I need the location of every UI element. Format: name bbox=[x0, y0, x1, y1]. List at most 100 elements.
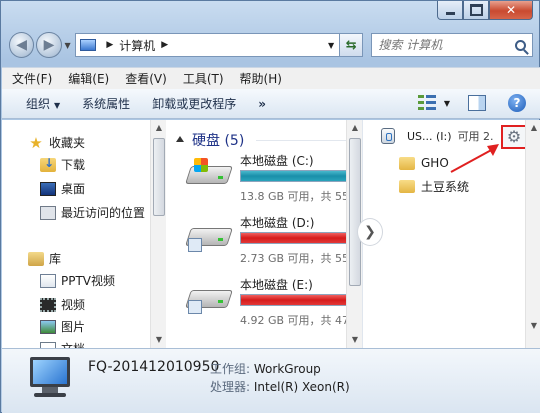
content-area: ★ 收藏夹 下载 桌面 最近访问的位置 库 PPTV视频 bbox=[2, 120, 540, 356]
command-bar: 组织 ▼ 系统属性 卸载或更改程序 » ▼ ? bbox=[2, 89, 540, 119]
usb-drive-label: US... (I:) bbox=[407, 129, 452, 143]
preview-pane-icon[interactable] bbox=[468, 95, 486, 111]
drive-name: 本地磁盘 (C:) bbox=[240, 154, 314, 168]
annotation-arrow-icon bbox=[450, 144, 499, 173]
change-view-icon[interactable] bbox=[417, 95, 438, 111]
file-list-pane: 硬盘 (5) 本地磁盘 (C:) 13.8 GB 可用，共 55. 本地磁盘 (D:… bbox=[166, 120, 362, 348]
workgroup-value: WorkGroup bbox=[253, 362, 321, 376]
scroll-up-arrow-icon[interactable]: ▲ bbox=[151, 120, 167, 136]
libraries-icon bbox=[28, 251, 44, 266]
drive-usage-fill bbox=[241, 233, 360, 243]
chevron-down-icon: ▼ bbox=[54, 101, 61, 110]
drive-usage-fill bbox=[241, 295, 360, 305]
gear-icon[interactable]: ⚙ bbox=[507, 129, 521, 145]
search-box[interactable] bbox=[371, 33, 534, 57]
more-commands-button[interactable]: » bbox=[258, 97, 266, 111]
nav-favorites[interactable]: ★ 收藏夹 bbox=[28, 134, 85, 151]
nav-desktop-label: 桌面 bbox=[61, 182, 86, 196]
nav-scroll-thumb[interactable] bbox=[153, 138, 165, 216]
drive-free-space: 2.73 GB 可用，共 556 bbox=[240, 252, 357, 265]
hard-drive-icon bbox=[185, 284, 233, 314]
hard-drive-icon bbox=[185, 222, 233, 252]
uninstall-program-button[interactable]: 卸载或更改程序 bbox=[152, 95, 236, 112]
breadcrumb-chevron-icon[interactable]: ▶ bbox=[161, 40, 168, 50]
scroll-up-arrow-icon[interactable]: ▲ bbox=[347, 120, 362, 136]
processor-label: 处理器: bbox=[210, 380, 251, 394]
view-options-chevron-icon[interactable]: ▼ bbox=[444, 99, 450, 108]
processor-value: Intel(R) Xeon(R) bbox=[253, 380, 350, 394]
group-header-hard-disks[interactable]: 硬盘 (5) bbox=[176, 130, 244, 150]
video-library-icon bbox=[40, 297, 56, 312]
back-arrow-icon: ◀ bbox=[16, 37, 28, 53]
refresh-button[interactable]: ⇆ bbox=[340, 33, 364, 57]
scroll-down-arrow-icon[interactable]: ▼ bbox=[151, 332, 167, 348]
back-button[interactable]: ◀ bbox=[9, 32, 35, 58]
nav-downloads[interactable]: 下载 bbox=[40, 156, 85, 173]
menu-tools[interactable]: 工具(T) bbox=[183, 70, 224, 87]
drive-item[interactable]: 本地磁盘 (C:) 13.8 GB 可用，共 55. bbox=[185, 150, 362, 206]
user-badge-icon bbox=[188, 300, 202, 314]
drive-name: 本地磁盘 (E:) bbox=[240, 278, 313, 292]
drive-name: 本地磁盘 (D:) bbox=[240, 216, 315, 230]
preview-item-tudou[interactable]: 土豆系统 bbox=[399, 178, 469, 195]
explorer-window: ✕ ◀ ▶ ▼ ▶ 计算机 ▶ ▼ ⇆ 文件(F) 编辑(E) 查看(V) 工具… bbox=[0, 0, 540, 413]
windows-logo-icon bbox=[194, 158, 208, 172]
forward-button[interactable]: ▶ bbox=[36, 32, 62, 58]
preview-item-label: GHO bbox=[421, 156, 449, 170]
maximize-button[interactable] bbox=[463, 1, 489, 20]
menu-file[interactable]: 文件(F) bbox=[12, 70, 52, 87]
nav-videos[interactable]: 视频 bbox=[40, 296, 85, 313]
file-list-scroll-thumb[interactable] bbox=[349, 138, 361, 286]
menu-view[interactable]: 查看(V) bbox=[125, 70, 167, 87]
preview-pane: ❯ US... (I:) 可用 2. ⚙ GHO 土豆系统 ▲ ▼ bbox=[357, 120, 540, 348]
scroll-up-arrow-icon[interactable]: ▲ bbox=[526, 120, 540, 136]
group-title: 硬盘 (5) bbox=[192, 133, 245, 149]
drive-usage-bar bbox=[240, 232, 362, 244]
scroll-down-arrow-icon[interactable]: ▼ bbox=[347, 332, 362, 348]
folder-icon bbox=[399, 156, 415, 170]
expand-pane-chevron-icon[interactable]: ❯ bbox=[357, 218, 383, 246]
help-icon[interactable]: ? bbox=[508, 94, 526, 112]
menu-edit[interactable]: 编辑(E) bbox=[68, 70, 109, 87]
drive-free-space: 13.8 GB 可用，共 55. bbox=[240, 190, 353, 203]
scroll-down-arrow-icon[interactable]: ▼ bbox=[526, 318, 540, 334]
search-icon[interactable] bbox=[515, 39, 527, 51]
drive-usage-bar bbox=[240, 294, 362, 306]
drive-item[interactable]: 本地磁盘 (E:) 4.92 GB 可用，共 479 bbox=[185, 274, 362, 330]
system-properties-button[interactable]: 系统属性 bbox=[82, 95, 130, 112]
nav-libraries[interactable]: 库 bbox=[28, 250, 61, 267]
search-input[interactable] bbox=[378, 38, 511, 52]
menu-help[interactable]: 帮助(H) bbox=[240, 70, 282, 87]
processor-row: 处理器: Intel(R) Xeon(R) bbox=[210, 378, 350, 395]
computer-name: FQ-201412010950 bbox=[88, 359, 220, 375]
drive-free-space: 4.92 GB 可用，共 479 bbox=[240, 314, 357, 327]
preview-scrollbar[interactable]: ▲ ▼ bbox=[525, 120, 540, 348]
toolbar-right: ▼ ? bbox=[417, 94, 526, 112]
organize-button[interactable]: 组织 ▼ bbox=[26, 95, 60, 112]
minimize-button[interactable] bbox=[437, 1, 463, 20]
folder-icon bbox=[399, 180, 415, 193]
address-bar[interactable]: ▶ 计算机 ▶ ▼ bbox=[75, 33, 341, 57]
breadcrumb-computer[interactable]: 计算机 bbox=[119, 37, 155, 54]
nav-downloads-label: 下载 bbox=[61, 158, 86, 172]
nav-pane-scrollbar[interactable]: ▲ ▼ bbox=[150, 120, 166, 348]
nav-pictures[interactable]: 图片 bbox=[40, 318, 85, 335]
address-dropdown-icon[interactable]: ▼ bbox=[323, 41, 339, 50]
menu-bar: 文件(F) 编辑(E) 查看(V) 工具(T) 帮助(H) bbox=[2, 67, 540, 89]
breadcrumb-chevron-icon[interactable]: ▶ bbox=[106, 40, 113, 50]
close-button[interactable]: ✕ bbox=[489, 1, 533, 20]
workgroup-row: 工作组: WorkGroup bbox=[210, 360, 321, 377]
preview-item-gho[interactable]: GHO bbox=[399, 156, 449, 170]
computer-small-icon bbox=[80, 39, 97, 51]
nav-recent-places[interactable]: 最近访问的位置 bbox=[40, 204, 145, 221]
close-icon: ✕ bbox=[505, 3, 517, 17]
collapse-triangle-icon bbox=[176, 136, 184, 142]
nav-desktop[interactable]: 桌面 bbox=[40, 180, 85, 197]
nav-pictures-label: 图片 bbox=[61, 320, 86, 334]
nav-libraries-label: 库 bbox=[49, 252, 62, 266]
details-pane: FQ-201412010950 工作组: WorkGroup 处理器: Inte… bbox=[2, 348, 540, 413]
recent-pages-dropdown[interactable]: ▼ bbox=[62, 41, 74, 50]
nav-pptv[interactable]: PPTV视频 bbox=[40, 272, 115, 289]
drive-item[interactable]: 本地磁盘 (D:) 2.73 GB 可用，共 556 bbox=[185, 212, 362, 268]
star-icon: ★ bbox=[29, 133, 43, 152]
